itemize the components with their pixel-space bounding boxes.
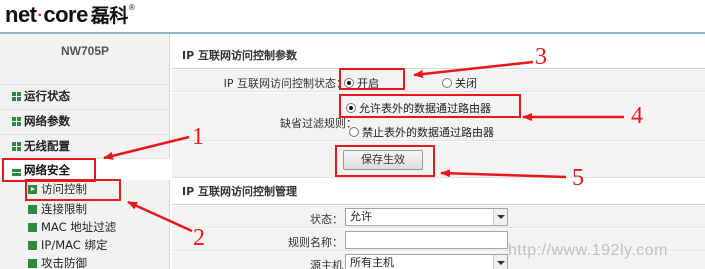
sidebar: NW705P 运行状态 网络参数 无线配置 网络安全 访问控制 连接限制 MAC… bbox=[0, 34, 170, 269]
sidebar-item-wireless[interactable]: 无线配置 bbox=[0, 134, 170, 156]
sidebar-item-status[interactable]: 运行状态 bbox=[0, 84, 170, 106]
highlight-rule-allow bbox=[339, 94, 521, 118]
source-select-value: 所有主机 bbox=[350, 256, 394, 269]
chevron-down-icon[interactable] bbox=[493, 255, 507, 269]
square-icon bbox=[28, 241, 37, 250]
trademark: ® bbox=[128, 3, 135, 12]
rule-name-input[interactable] bbox=[345, 231, 508, 249]
status-label: IP 互联网访问控制状态： bbox=[223, 77, 347, 90]
highlight-access-control bbox=[25, 179, 121, 201]
state-select-value: 允许 bbox=[350, 210, 372, 223]
manage-section-title: IP 互联网访问控制管理 bbox=[172, 179, 705, 205]
brand-prefix: net bbox=[5, 2, 37, 27]
state-select[interactable]: 允许 bbox=[345, 208, 508, 226]
annotation-number-2: 2 bbox=[193, 225, 205, 251]
grid-icon bbox=[12, 142, 21, 151]
sub-item-mac-filter[interactable]: MAC 地址过滤 bbox=[28, 219, 116, 236]
highlight-status-on bbox=[339, 68, 405, 90]
sub-item-attack-defense[interactable]: 攻击防御 bbox=[28, 255, 87, 269]
sub-item-label: MAC 地址过滤 bbox=[41, 220, 117, 234]
chevron-down-icon[interactable] bbox=[493, 209, 507, 225]
save-row: 保存生效 bbox=[172, 142, 705, 178]
brand-cn: 磊科 bbox=[90, 5, 129, 27]
highlight-save-button bbox=[335, 145, 435, 177]
square-icon bbox=[28, 223, 37, 232]
status-off-option[interactable]: 关闭 bbox=[442, 75, 477, 91]
grid-icon bbox=[12, 117, 21, 126]
status-row: IP 互联网访问控制状态： 开启 关闭 bbox=[172, 70, 705, 92]
source-select[interactable]: 所有主机 bbox=[345, 254, 508, 269]
square-icon bbox=[28, 205, 37, 214]
sub-item-label: 连接限制 bbox=[41, 202, 87, 216]
annotation-number-3: 3 bbox=[535, 44, 547, 70]
sub-item-label: IP/MAC 绑定 bbox=[41, 238, 108, 252]
netcore-logo: net·core 磊科® bbox=[5, 1, 135, 28]
radio-icon[interactable] bbox=[442, 78, 452, 88]
model-name: NW705P bbox=[60, 44, 110, 58]
source-label: 源主机 bbox=[310, 259, 343, 269]
sidebar-item-label: 无线配置 bbox=[24, 139, 70, 153]
annotation-number-5: 5 bbox=[572, 165, 584, 191]
sub-item-connection-limit[interactable]: 连接限制 bbox=[28, 201, 87, 218]
params-section-title: IP 互联网访问控制参数 bbox=[172, 43, 705, 69]
main-content: IP 互联网访问控制参数 IP 互联网访问控制状态： 开启 关闭 缺省过滤规则：… bbox=[172, 34, 705, 269]
status-off-label: 关闭 bbox=[455, 77, 477, 90]
sidebar-item-label: 网络参数 bbox=[24, 114, 70, 128]
watermark: http://www.192ly.com bbox=[508, 242, 668, 259]
grid-icon bbox=[12, 92, 21, 101]
rule-deny-option[interactable]: 禁止表外的数据通过路由器 bbox=[349, 124, 494, 140]
sub-item-label: 攻击防御 bbox=[41, 256, 87, 269]
brand-dot: · bbox=[37, 7, 43, 24]
radio-icon[interactable] bbox=[349, 127, 359, 137]
header: net·core 磊科® bbox=[0, 0, 705, 32]
square-icon bbox=[28, 259, 37, 268]
rule-deny-label: 禁止表外的数据通过路由器 bbox=[362, 126, 494, 139]
state-label: 状态： bbox=[310, 213, 343, 226]
sidebar-item-network[interactable]: 网络参数 bbox=[0, 109, 170, 131]
sidebar-item-label: 运行状态 bbox=[24, 89, 70, 103]
sub-item-ip-mac-binding[interactable]: IP/MAC 绑定 bbox=[28, 237, 107, 254]
annotation-number-4: 4 bbox=[631, 103, 643, 129]
rule-name-label: 规则名称： bbox=[288, 236, 343, 249]
brand-suffix: core bbox=[43, 2, 88, 27]
annotation-number-1: 1 bbox=[192, 124, 204, 150]
state-row: 状态： 允许 bbox=[172, 206, 705, 228]
